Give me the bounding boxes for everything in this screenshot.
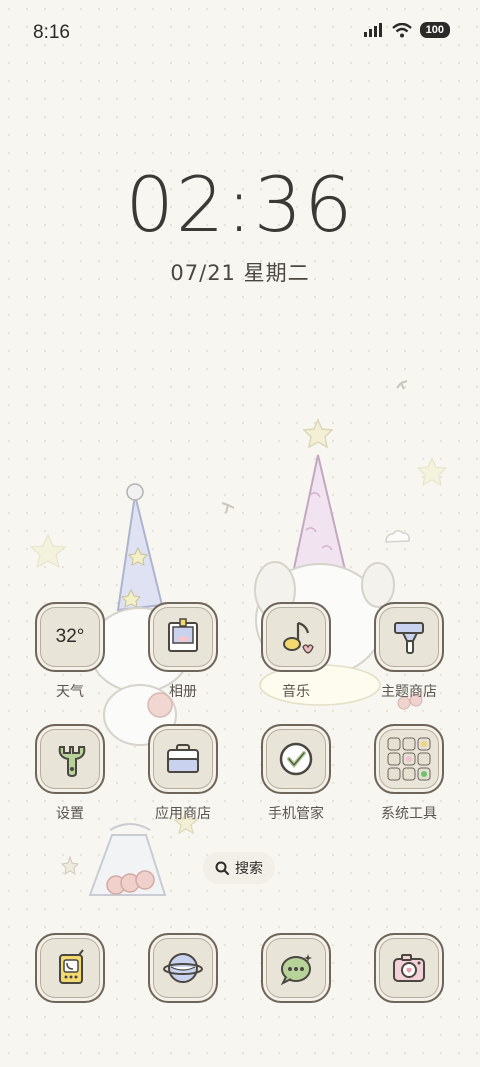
status-time: 8:16 — [33, 22, 70, 43]
dock-messages[interactable] — [240, 933, 352, 1003]
app-weather[interactable]: 32° 天气 — [14, 602, 126, 701]
search-button[interactable]: 搜索 — [203, 852, 275, 884]
app-label: 系统工具 — [381, 806, 437, 822]
app-label: 天气 — [56, 684, 84, 700]
app-settings[interactable]: 设置 — [14, 724, 126, 823]
wifi-icon — [391, 22, 412, 37]
dock-phone[interactable] — [14, 933, 126, 1003]
theme-store-icon[interactable] — [374, 602, 444, 672]
photo-icon[interactable] — [148, 602, 218, 672]
app-label: 设置 — [56, 806, 84, 822]
dock-browser[interactable] — [127, 933, 239, 1003]
app-photos[interactable]: 相册 — [127, 602, 239, 701]
settings-icon[interactable] — [35, 724, 105, 794]
status-icons: 100 — [363, 22, 450, 38]
search-icon — [215, 861, 229, 875]
phone-manager-icon[interactable] — [261, 724, 331, 794]
weather-temperature: 32° — [55, 626, 85, 647]
app-app-store[interactable]: 应用商店 — [127, 724, 239, 823]
search-label: 搜索 — [235, 861, 263, 877]
app-store-icon[interactable] — [148, 724, 218, 794]
lock-clock-date: 07/21 星期二 — [170, 261, 310, 285]
signal-icon — [363, 23, 382, 37]
app-system-tools[interactable]: 系统工具 — [353, 724, 465, 823]
battery-icon: 100 — [419, 22, 450, 38]
app-music[interactable]: 音乐 — [240, 602, 352, 701]
app-label: 音乐 — [282, 684, 310, 700]
lock-clock-time[interactable]: 02:36 — [0, 160, 480, 249]
app-label: 手机管家 — [268, 806, 324, 822]
app-label: 主题商店 — [381, 684, 437, 700]
app-theme-store[interactable]: 主题商店 — [353, 602, 465, 701]
status-bar: 8:16 100 — [0, 0, 480, 66]
dock-camera[interactable] — [353, 933, 465, 1003]
app-phone-manager[interactable]: 手机管家 — [240, 724, 352, 823]
camera-icon[interactable] — [374, 933, 444, 1003]
weather-icon[interactable]: 32° — [35, 602, 105, 672]
messages-icon[interactable] — [261, 933, 331, 1003]
app-label: 相册 — [169, 684, 197, 700]
app-label: 应用商店 — [155, 806, 211, 822]
system-tools-folder-icon[interactable] — [374, 724, 444, 794]
browser-icon[interactable] — [148, 933, 218, 1003]
phone-icon[interactable] — [35, 933, 105, 1003]
music-icon[interactable] — [261, 602, 331, 672]
